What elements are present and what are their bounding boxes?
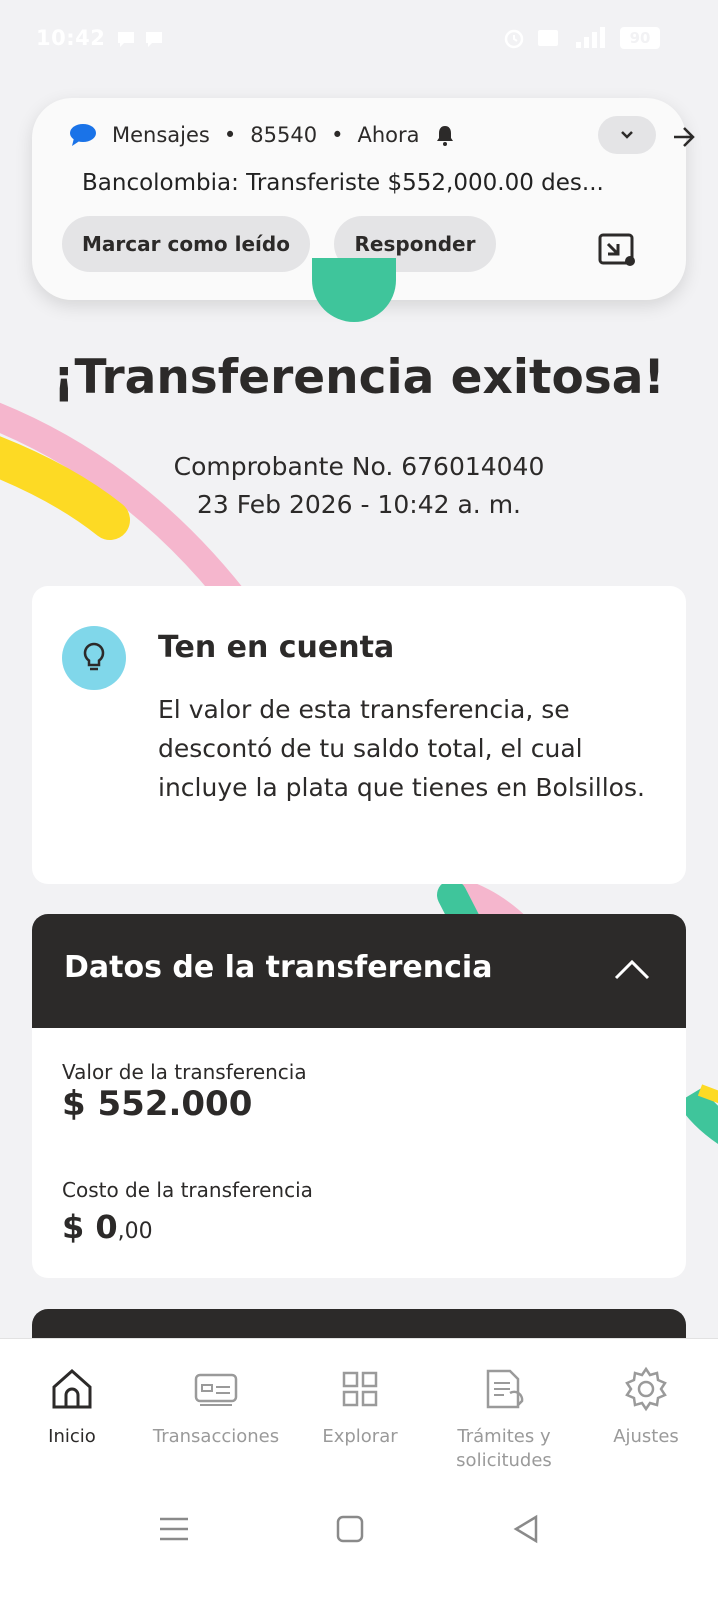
back-triangle-icon[interactable] — [506, 1509, 546, 1549]
transfer-datetime: 23 Feb 2026 - 10:42 a. m. — [196, 490, 521, 519]
cost-value-main: $ 0 — [62, 1208, 118, 1246]
notification-header: Mensajes • 85540 • Ahora — [68, 122, 457, 148]
chat-icon — [146, 32, 162, 47]
menu-icon[interactable] — [154, 1509, 194, 1549]
bell-icon — [437, 126, 454, 146]
status-time: 10:42 — [36, 26, 106, 50]
chevron-down-icon — [621, 131, 633, 139]
home-square-icon[interactable] — [330, 1509, 370, 1549]
nav-item-inicio[interactable]: Inicio — [2, 1365, 142, 1449]
nav-item-transacciones[interactable]: Transacciones — [146, 1365, 286, 1449]
amount-value: $ 552.000 — [62, 1084, 253, 1124]
bottom-navigation: Inicio Transacciones Explorar Trámites y… — [0, 1338, 718, 1599]
alarm-icon — [504, 29, 524, 49]
transfer-details-header[interactable]: Datos de la transferencia — [32, 914, 686, 1028]
voucher-number: Comprobante No. 676014040 — [173, 452, 545, 481]
messages-app-icon — [70, 124, 96, 146]
volte-icon — [538, 30, 558, 46]
notification-body: Bancolombia: Transferiste $552,000.00 de… — [82, 170, 604, 196]
picture-in-picture-icon[interactable] — [598, 232, 638, 268]
cost-value: $ 0,00 — [62, 1208, 153, 1246]
chevron-up-icon[interactable] — [612, 950, 652, 990]
cost-label: Costo de la transferencia — [62, 1178, 313, 1202]
home-icon — [52, 1368, 92, 1409]
nav-label-tramites: Trámites y solicitudes — [456, 1426, 552, 1471]
chat-icon — [118, 32, 134, 47]
info-text: El valor de esta transferencia, se desco… — [158, 695, 645, 802]
nav-item-ajustes[interactable]: Ajustes — [576, 1365, 716, 1449]
separator: • — [331, 123, 344, 147]
nav-label-inicio: Inicio — [48, 1426, 96, 1447]
lightbulb-icon — [62, 626, 126, 690]
mark-as-read-button[interactable]: Marcar como leído — [62, 216, 310, 272]
info-title: Ten en cuenta — [158, 630, 395, 665]
expand-notification-button[interactable] — [598, 116, 656, 154]
card-icon — [194, 1373, 238, 1406]
separator: • — [223, 123, 237, 147]
nav-label-ajustes: Ajustes — [613, 1426, 679, 1447]
grid-icon — [342, 1371, 378, 1407]
nav-label-transacciones: Transacciones — [152, 1426, 280, 1447]
page-title: ¡Transferencia exitosa! — [53, 350, 665, 405]
message-notification-icons — [116, 30, 164, 48]
notification-sender: 85540 — [250, 123, 318, 147]
arrow-right-icon — [674, 127, 695, 147]
gear-icon — [625, 1366, 667, 1412]
transfer-details-title: Datos de la transferencia — [64, 950, 493, 985]
battery-indicator: 90 — [620, 27, 660, 49]
nav-label-explorar: Explorar — [322, 1426, 398, 1447]
amount-label: Valor de la transferencia — [62, 1060, 307, 1084]
status-icons: 90 — [502, 26, 660, 50]
info-card: Ten en cuenta El valor de esta transfere… — [32, 586, 686, 884]
signal-icon — [576, 27, 605, 48]
nav-item-explorar[interactable]: Explorar — [290, 1365, 430, 1449]
notification-time: Ahora — [357, 123, 420, 147]
transfer-details-body: Valor de la transferencia $ 552.000 Cost… — [32, 1028, 686, 1278]
cost-value-cents: ,00 — [117, 1219, 153, 1244]
document-icon — [486, 1369, 524, 1409]
nav-item-tramites[interactable]: Trámites y solicitudes — [434, 1365, 574, 1473]
notification-app-name: Mensajes — [112, 123, 210, 147]
